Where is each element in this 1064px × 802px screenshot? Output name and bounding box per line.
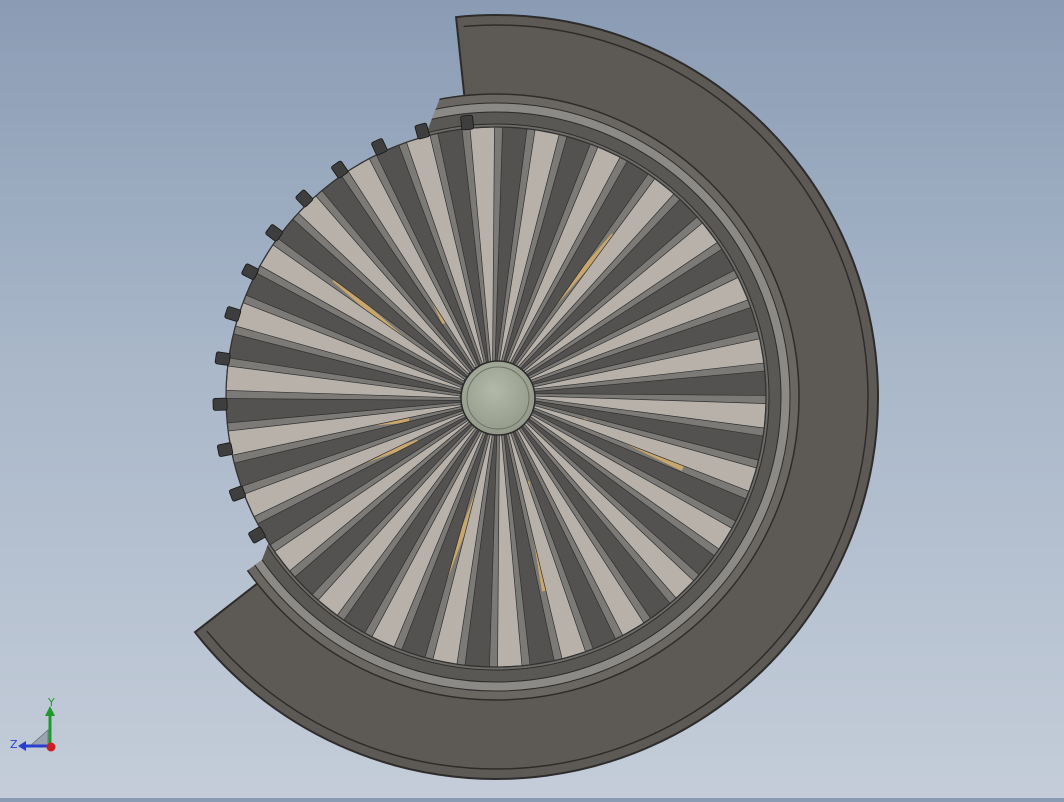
blade-tip-stub [212, 397, 228, 411]
z-axis-label: Z [10, 738, 18, 751]
fan-model-graphic[interactable] [0, 0, 1064, 798]
blade-tip-stub [214, 351, 231, 366]
triad-base-icon [28, 729, 49, 747]
blade-tip-stub [216, 442, 234, 457]
x-axis-icon [46, 742, 56, 752]
blade-tip-stub [224, 306, 242, 322]
y-axis-label: Y [47, 696, 55, 709]
orientation-triad: Y Z [8, 696, 68, 760]
blade-tip-stub [414, 122, 430, 140]
blade-tip-stub [460, 114, 475, 131]
cad-model-viewport[interactable] [0, 0, 1064, 798]
hub[interactable] [460, 360, 536, 436]
